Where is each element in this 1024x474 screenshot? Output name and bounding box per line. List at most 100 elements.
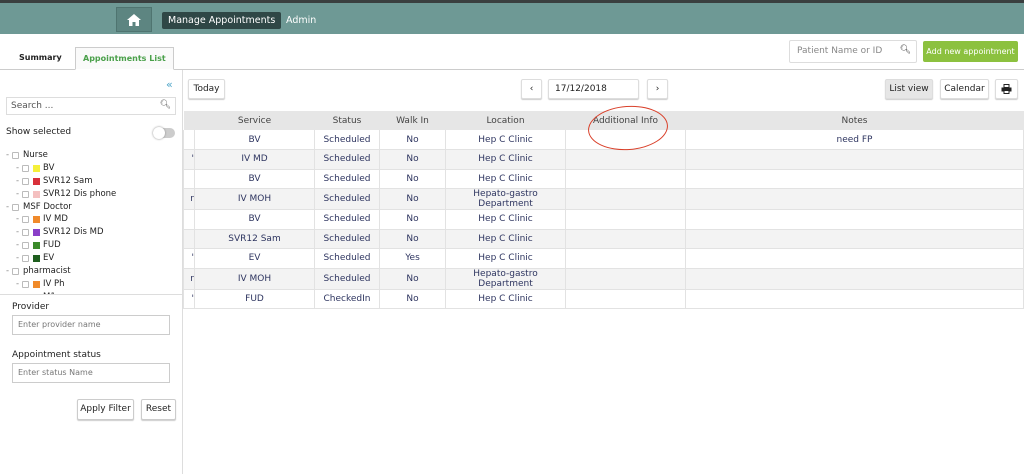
- table-cell: r: [183, 268, 195, 290]
- column-header[interactable]: Notes: [685, 111, 1024, 130]
- chevron-left-icon: ‹: [529, 84, 534, 94]
- appointment-status-input[interactable]: Enter status Name: [12, 363, 170, 383]
- table-row[interactable]: ' EV Scheduled Yes Hep C Clinic: [183, 248, 1024, 269]
- next-date-button[interactable]: ›: [647, 79, 668, 99]
- sidebar-search-input[interactable]: Search ... 🔍︎: [6, 97, 176, 115]
- search-icon[interactable]: 🔍︎: [900, 45, 911, 55]
- table-cell: Scheduled: [314, 209, 380, 230]
- tree-connector: -: [15, 188, 20, 199]
- column-header[interactable]: Status: [314, 111, 380, 130]
- checkbox[interactable]: [22, 280, 29, 288]
- table-cell: [183, 169, 195, 189]
- checkbox[interactable]: [22, 242, 29, 250]
- apply-filter-button[interactable]: Apply Filter: [77, 399, 134, 420]
- appointment-status-label: Appointment status: [12, 350, 101, 360]
- tree-item[interactable]: - SVR12 Dis MD: [0, 226, 182, 239]
- table-row[interactable]: ' IV MD Scheduled No Hep C Clinic: [183, 149, 1024, 170]
- nav-admin[interactable]: Admin: [286, 12, 316, 29]
- tab-appointments-list[interactable]: Appointments List: [75, 47, 174, 70]
- color-swatch: [33, 255, 40, 263]
- tree-item[interactable]: - BV: [0, 162, 182, 175]
- tree-connector: -: [15, 253, 20, 264]
- tree-item[interactable]: - IV Ph: [0, 278, 182, 291]
- table-cell: BV: [194, 209, 315, 230]
- column-header[interactable]: [183, 111, 195, 130]
- tree-connector: -: [15, 227, 20, 238]
- show-selected-toggle[interactable]: [153, 127, 175, 139]
- tree-connector: -: [15, 278, 20, 289]
- column-header[interactable]: Location: [445, 111, 566, 130]
- patient-search-input[interactable]: Patient Name or ID 🔍︎: [789, 40, 917, 63]
- table-cell: No: [379, 188, 446, 210]
- checkbox[interactable]: [22, 190, 29, 198]
- table-cell: Scheduled: [314, 130, 380, 150]
- tab-summary[interactable]: Summary: [12, 47, 69, 70]
- table-row[interactable]: BV Scheduled No Hep C Clinic: [183, 209, 1024, 230]
- tree-item[interactable]: - SVR12 Sam: [0, 175, 182, 188]
- table-cell: Scheduled: [314, 268, 380, 290]
- table-cell: No: [379, 289, 446, 309]
- tree-item[interactable]: - FUD: [0, 239, 182, 252]
- table-cell: IV MD: [194, 149, 315, 170]
- service-tree[interactable]: - Nurse - BV - SVR12 Sam - SVR12 Dis phone - MSF …: [0, 149, 182, 295]
- checkbox[interactable]: [12, 203, 19, 211]
- provider-input[interactable]: Enter provider name: [12, 315, 170, 335]
- tree-item[interactable]: - IV MD: [0, 213, 182, 226]
- tree-item[interactable]: - SVR12 Dis phone: [0, 188, 182, 201]
- tree-item-label: BV: [43, 162, 55, 173]
- search-icon[interactable]: 🔍︎: [160, 100, 171, 110]
- nav-manage-appointments[interactable]: Manage Appointments: [162, 12, 282, 29]
- column-header[interactable]: Service: [194, 111, 315, 130]
- home-button[interactable]: [116, 7, 152, 32]
- table-cell: No: [379, 169, 446, 189]
- tree-item-label: SVR12 Sam: [43, 175, 93, 186]
- table-cell: Scheduled: [314, 188, 380, 210]
- list-view-button[interactable]: List view: [885, 79, 933, 99]
- collapse-sidebar-icon[interactable]: «: [166, 78, 173, 91]
- calendar-button[interactable]: Calendar: [940, 79, 989, 99]
- checkbox[interactable]: [22, 177, 29, 185]
- table-cell: need FP: [685, 130, 1024, 150]
- checkbox[interactable]: [12, 151, 19, 159]
- table-cell: [565, 149, 686, 170]
- provider-label: Provider: [12, 302, 50, 312]
- prev-date-button[interactable]: ‹: [521, 79, 542, 99]
- table-cell: [565, 188, 686, 210]
- tree-item[interactable]: - MSF Doctor: [0, 201, 182, 214]
- tree-item[interactable]: - M1: [0, 291, 182, 294]
- sidebar-search-placeholder: Search ...: [11, 101, 54, 111]
- show-selected-label: Show selected: [6, 127, 72, 137]
- chevron-right-icon: ›: [655, 84, 660, 94]
- table-cell: Scheduled: [314, 149, 380, 170]
- reset-button[interactable]: Reset: [141, 399, 176, 420]
- table-cell: No: [379, 229, 446, 249]
- add-appointment-button[interactable]: Add new appointment: [923, 41, 1018, 62]
- tree-connector: -: [5, 201, 10, 212]
- tree-item-label: SVR12 Dis MD: [43, 227, 104, 238]
- table-cell: No: [379, 130, 446, 150]
- tree-item[interactable]: - EV: [0, 252, 182, 265]
- tree-item[interactable]: - Nurse: [0, 149, 182, 162]
- checkbox[interactable]: [12, 267, 19, 275]
- column-header[interactable]: Walk In: [379, 111, 446, 130]
- color-swatch: [33, 164, 40, 172]
- table-row[interactable]: BV Scheduled No Hep C Clinic: [183, 169, 1024, 189]
- table-cell: ': [183, 248, 195, 269]
- date-input[interactable]: 17/12/2018: [548, 79, 639, 99]
- table-row[interactable]: r IV MOH Scheduled No Hepato-gastro Departme…: [183, 188, 1024, 210]
- checkbox[interactable]: [22, 293, 29, 294]
- checkbox[interactable]: [22, 229, 29, 237]
- table-row[interactable]: r IV MOH Scheduled No Hepato-gastro Departme…: [183, 268, 1024, 290]
- table-row[interactable]: ' FUD CheckedIn No Hep C Clinic: [183, 289, 1024, 309]
- table-cell: IV MOH: [194, 188, 315, 210]
- table-cell: No: [379, 268, 446, 290]
- tree-item[interactable]: - pharmacist: [0, 265, 182, 278]
- checkbox[interactable]: [22, 216, 29, 224]
- checkbox[interactable]: [22, 164, 29, 172]
- print-button[interactable]: [995, 79, 1018, 99]
- tree-connector: -: [5, 266, 10, 277]
- checkbox[interactable]: [22, 255, 29, 263]
- today-button[interactable]: Today: [188, 79, 225, 99]
- table-row[interactable]: SVR12 Sam Scheduled No Hep C Clinic: [183, 229, 1024, 249]
- patient-search-placeholder: Patient Name or ID: [797, 46, 883, 56]
